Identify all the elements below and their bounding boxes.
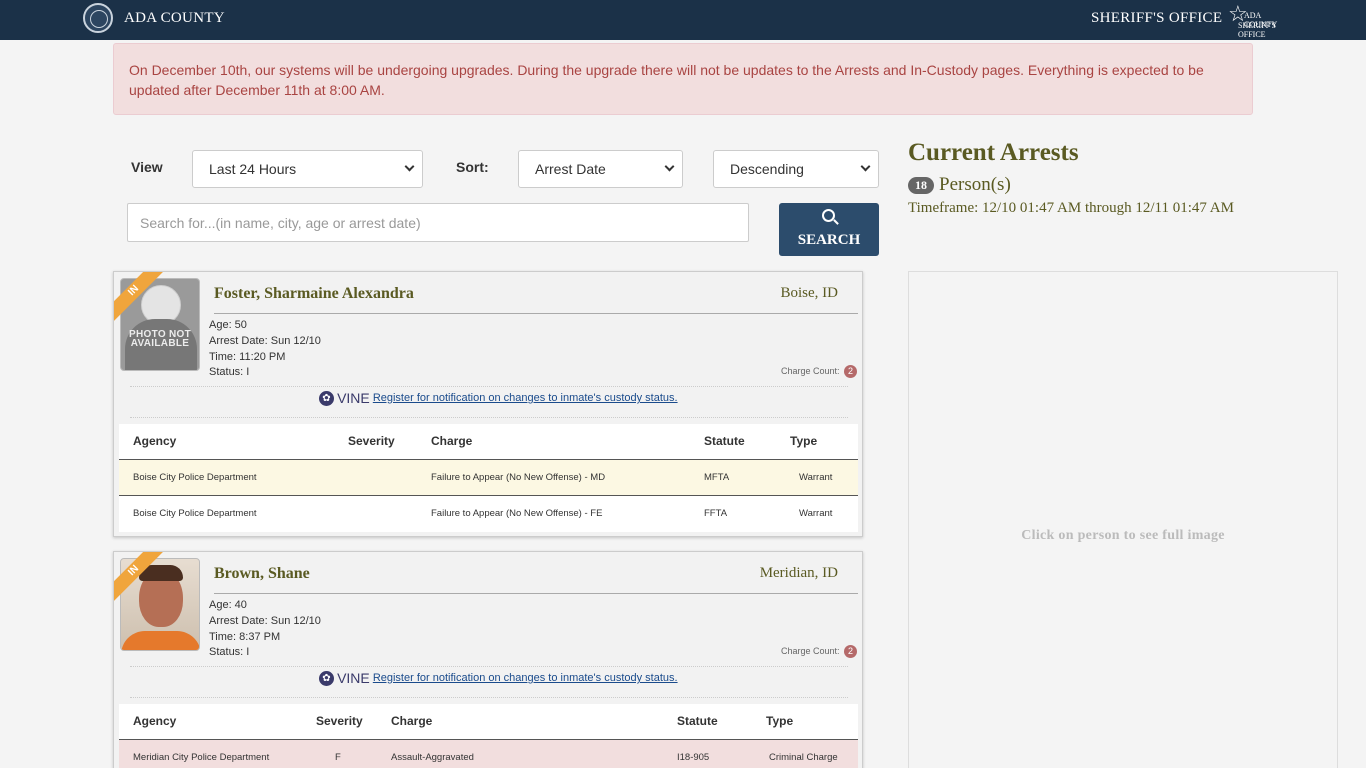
divider	[130, 417, 848, 418]
header-agency: Agency	[133, 434, 177, 448]
header-charge: Charge	[431, 434, 473, 448]
photo-shirt	[121, 631, 199, 650]
arrest-time: Time: 11:20 PM	[209, 351, 286, 363]
charge-count: Charge Count: 2	[781, 645, 858, 658]
charges-table: Agency Severity Charge Statute Type Bois…	[119, 424, 858, 532]
logo-line-2: SHERIFF'S OFFICE	[1238, 21, 1276, 39]
order-select-value: Descending	[730, 161, 804, 177]
search-button-label: SEARCH	[797, 232, 861, 248]
charge-count-badge: 2	[844, 365, 858, 378]
in-custody-ribbon: IN	[114, 272, 164, 322]
arrest-date: Arrest Date: Sun 12/10	[209, 335, 321, 347]
arrest-card[interactable]: IN Brown, Shane Meridian, ID Age: 40 Arr…	[113, 551, 863, 768]
search-input[interactable]: Search for...(in name, city, age or arre…	[127, 203, 749, 242]
image-preview-panel: Click on person to see full image	[908, 271, 1338, 768]
cell-statute: I18-905	[677, 752, 710, 763]
vine-word: VINE	[337, 390, 370, 406]
cell-type: Warrant	[799, 472, 833, 483]
divider	[130, 666, 848, 667]
cell-severity: F	[335, 752, 341, 763]
vine-logo-icon: ✿	[319, 670, 334, 686]
timeframe: Timeframe: 12/10 01:47 AM through 12/11 …	[908, 200, 1234, 216]
table-row: Boise City Police Department Failure to …	[119, 460, 858, 496]
header-statute: Statute	[677, 714, 718, 728]
header-charge: Charge	[391, 714, 433, 728]
vine-logo-icon: ✿	[319, 390, 334, 406]
inmate-city: Meridian, ID	[759, 565, 838, 581]
charge-count-label: Charge Count:	[781, 646, 840, 656]
sort-label: Sort:	[456, 159, 489, 175]
divider	[130, 697, 848, 698]
sort-select[interactable]: Arrest Date	[518, 150, 683, 188]
table-row: Boise City Police Department Failure to …	[119, 496, 858, 532]
county-seal-icon[interactable]	[83, 3, 113, 33]
vine-registration: ✿ VINE Register for notification on chan…	[319, 390, 678, 406]
arrest-card[interactable]: PHOTO NOT AVAILABLE IN Foster, Sharmaine…	[113, 271, 863, 537]
cell-agency: Boise City Police Department	[133, 472, 257, 483]
charges-table: Agency Severity Charge Statute Type Meri…	[119, 704, 858, 768]
vine-register-link[interactable]: Register for notification on changes to …	[373, 672, 678, 684]
arrest-date: Arrest Date: Sun 12/10	[209, 615, 321, 627]
view-label: View	[131, 159, 163, 175]
chevron-down-icon	[664, 161, 675, 172]
table-header: Agency Severity Charge Statute Type	[119, 704, 858, 740]
divider	[214, 313, 858, 314]
inmate-name[interactable]: Foster, Sharmaine Alexandra	[214, 285, 414, 303]
custody-status: Status: I	[209, 366, 250, 378]
header-severity: Severity	[348, 434, 395, 448]
inmate-age: Age: 50	[209, 319, 247, 331]
person-count-label: Person(s)	[939, 174, 1011, 195]
charge-count: Charge Count: 2	[781, 365, 858, 378]
search-icon	[822, 209, 835, 222]
charge-count-badge: 2	[844, 645, 858, 658]
view-select[interactable]: Last 24 Hours	[192, 150, 423, 188]
cell-type: Criminal Charge	[769, 752, 838, 763]
ribbon-label: IN	[114, 552, 164, 602]
cell-charge: Failure to Appear (No New Offense) - FE	[431, 508, 603, 519]
vine-word: VINE	[337, 670, 370, 686]
sort-select-value: Arrest Date	[535, 161, 606, 177]
cell-charge: Failure to Appear (No New Offense) - MD	[431, 472, 606, 483]
upgrade-alert: On December 10th, our systems will be un…	[113, 43, 1253, 115]
custody-status: Status: I	[209, 646, 250, 658]
header-type: Type	[766, 714, 794, 728]
chevron-down-icon	[860, 161, 871, 172]
cell-type: Warrant	[799, 508, 833, 519]
county-name[interactable]: ADA COUNTY	[124, 10, 225, 27]
sheriff-star-icon[interactable]: ☆ ADA COUNTY SHERIFF'S OFFICE	[1228, 3, 1286, 40]
inmate-name[interactable]: Brown, Shane	[214, 565, 310, 583]
vine-registration: ✿ VINE Register for notification on chan…	[319, 670, 678, 686]
search-button[interactable]: SEARCH	[779, 203, 879, 256]
charge-count-label: Charge Count:	[781, 366, 840, 376]
cell-charge: Assault-Aggravated	[391, 752, 474, 763]
inmate-city: Boise, ID	[780, 285, 839, 301]
header-agency: Agency	[133, 714, 177, 728]
table-header: Agency Severity Charge Statute Type	[119, 424, 858, 460]
arrest-time: Time: 8:37 PM	[209, 631, 281, 643]
page-title: Current Arrests	[908, 139, 1079, 166]
divider	[214, 593, 858, 594]
photo-not-available-text: PHOTO NOT AVAILABLE	[129, 329, 191, 349]
office-name[interactable]: SHERIFF'S OFFICE	[1091, 10, 1222, 27]
order-select[interactable]: Descending	[713, 150, 879, 188]
chevron-down-icon	[404, 161, 415, 172]
inmate-age: Age: 40	[209, 599, 247, 611]
cell-statute: FFTA	[704, 508, 728, 519]
divider	[130, 386, 848, 387]
cell-agency: Meridian City Police Department	[133, 752, 270, 763]
view-select-value: Last 24 Hours	[209, 161, 297, 177]
header-severity: Severity	[316, 714, 363, 728]
table-row: Meridian City Police Department F Assaul…	[119, 740, 858, 768]
cell-agency: Boise City Police Department	[133, 508, 257, 519]
preview-hint: Click on person to see full image	[1021, 528, 1225, 543]
vine-register-link[interactable]: Register for notification on changes to …	[373, 392, 678, 404]
header-statute: Statute	[704, 434, 745, 448]
person-count-badge: 18	[908, 177, 934, 194]
top-bar: ADA COUNTY SHERIFF'S OFFICE ☆ ADA COUNTY…	[0, 0, 1366, 40]
cell-statute: MFTA	[704, 472, 730, 483]
ribbon-label: IN	[114, 272, 164, 322]
in-custody-ribbon: IN	[114, 552, 164, 602]
header-type: Type	[790, 434, 818, 448]
